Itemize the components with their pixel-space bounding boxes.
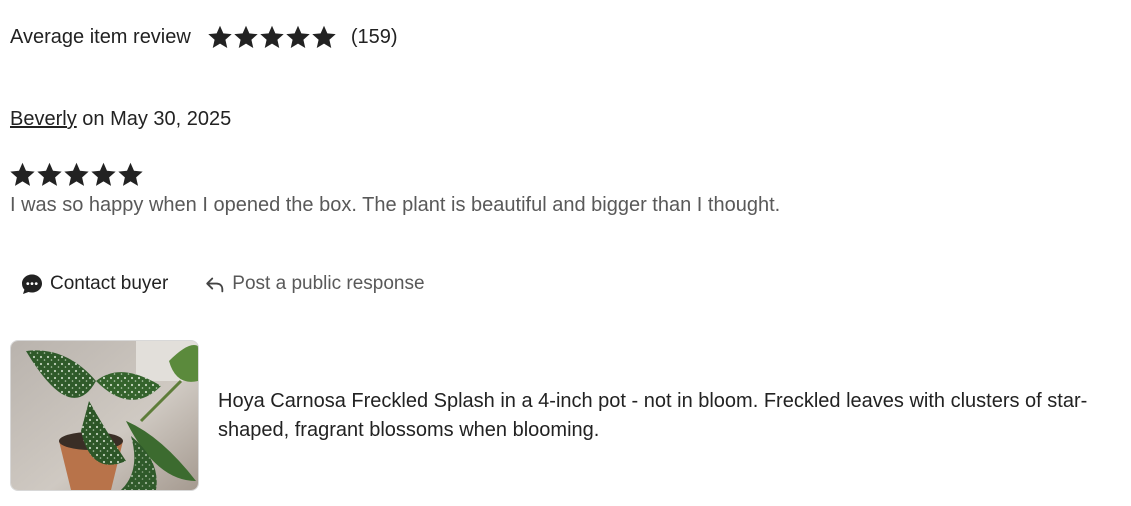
star-icon [117,161,144,188]
average-rating-stars [207,24,337,50]
star-icon [207,24,233,50]
item-description: Hoya Carnosa Freckled Splash in a 4-inch… [218,389,1088,441]
post-public-response-label: Post a public response [232,273,425,294]
reviewed-item: Hoya Carnosa Freckled Splash in a 4-inch… [10,340,1098,491]
average-review-summary: Average item review (159) [10,22,398,52]
chat-bubble-icon [20,272,44,296]
star-icon [233,24,259,50]
average-review-label: Average item review [10,25,191,48]
contact-buyer-label: Contact buyer [50,273,169,294]
reviewer-link[interactable]: Beverly [10,108,77,130]
post-public-response-button[interactable]: Post a public response [194,271,434,297]
review-header: Beverly on May 30, 2025 [10,108,231,131]
star-icon [9,161,36,188]
star-icon [36,161,63,188]
review-count: (159) [350,25,398,48]
reply-arrow-icon [204,273,226,295]
star-icon [63,161,90,188]
review-date: on May 30, 2025 [82,108,232,130]
contact-buyer-button[interactable]: Contact buyer [10,270,178,298]
star-icon [90,161,117,188]
review-rating-stars [9,161,144,188]
star-icon [285,24,311,50]
star-icon [259,24,285,50]
star-icon [311,24,337,50]
review-text: I was so happy when I opened the box. Th… [10,194,781,216]
plant-photo [11,341,198,490]
item-thumbnail[interactable] [10,340,199,491]
review-actions: Contact buyer Post a public response [10,270,435,298]
